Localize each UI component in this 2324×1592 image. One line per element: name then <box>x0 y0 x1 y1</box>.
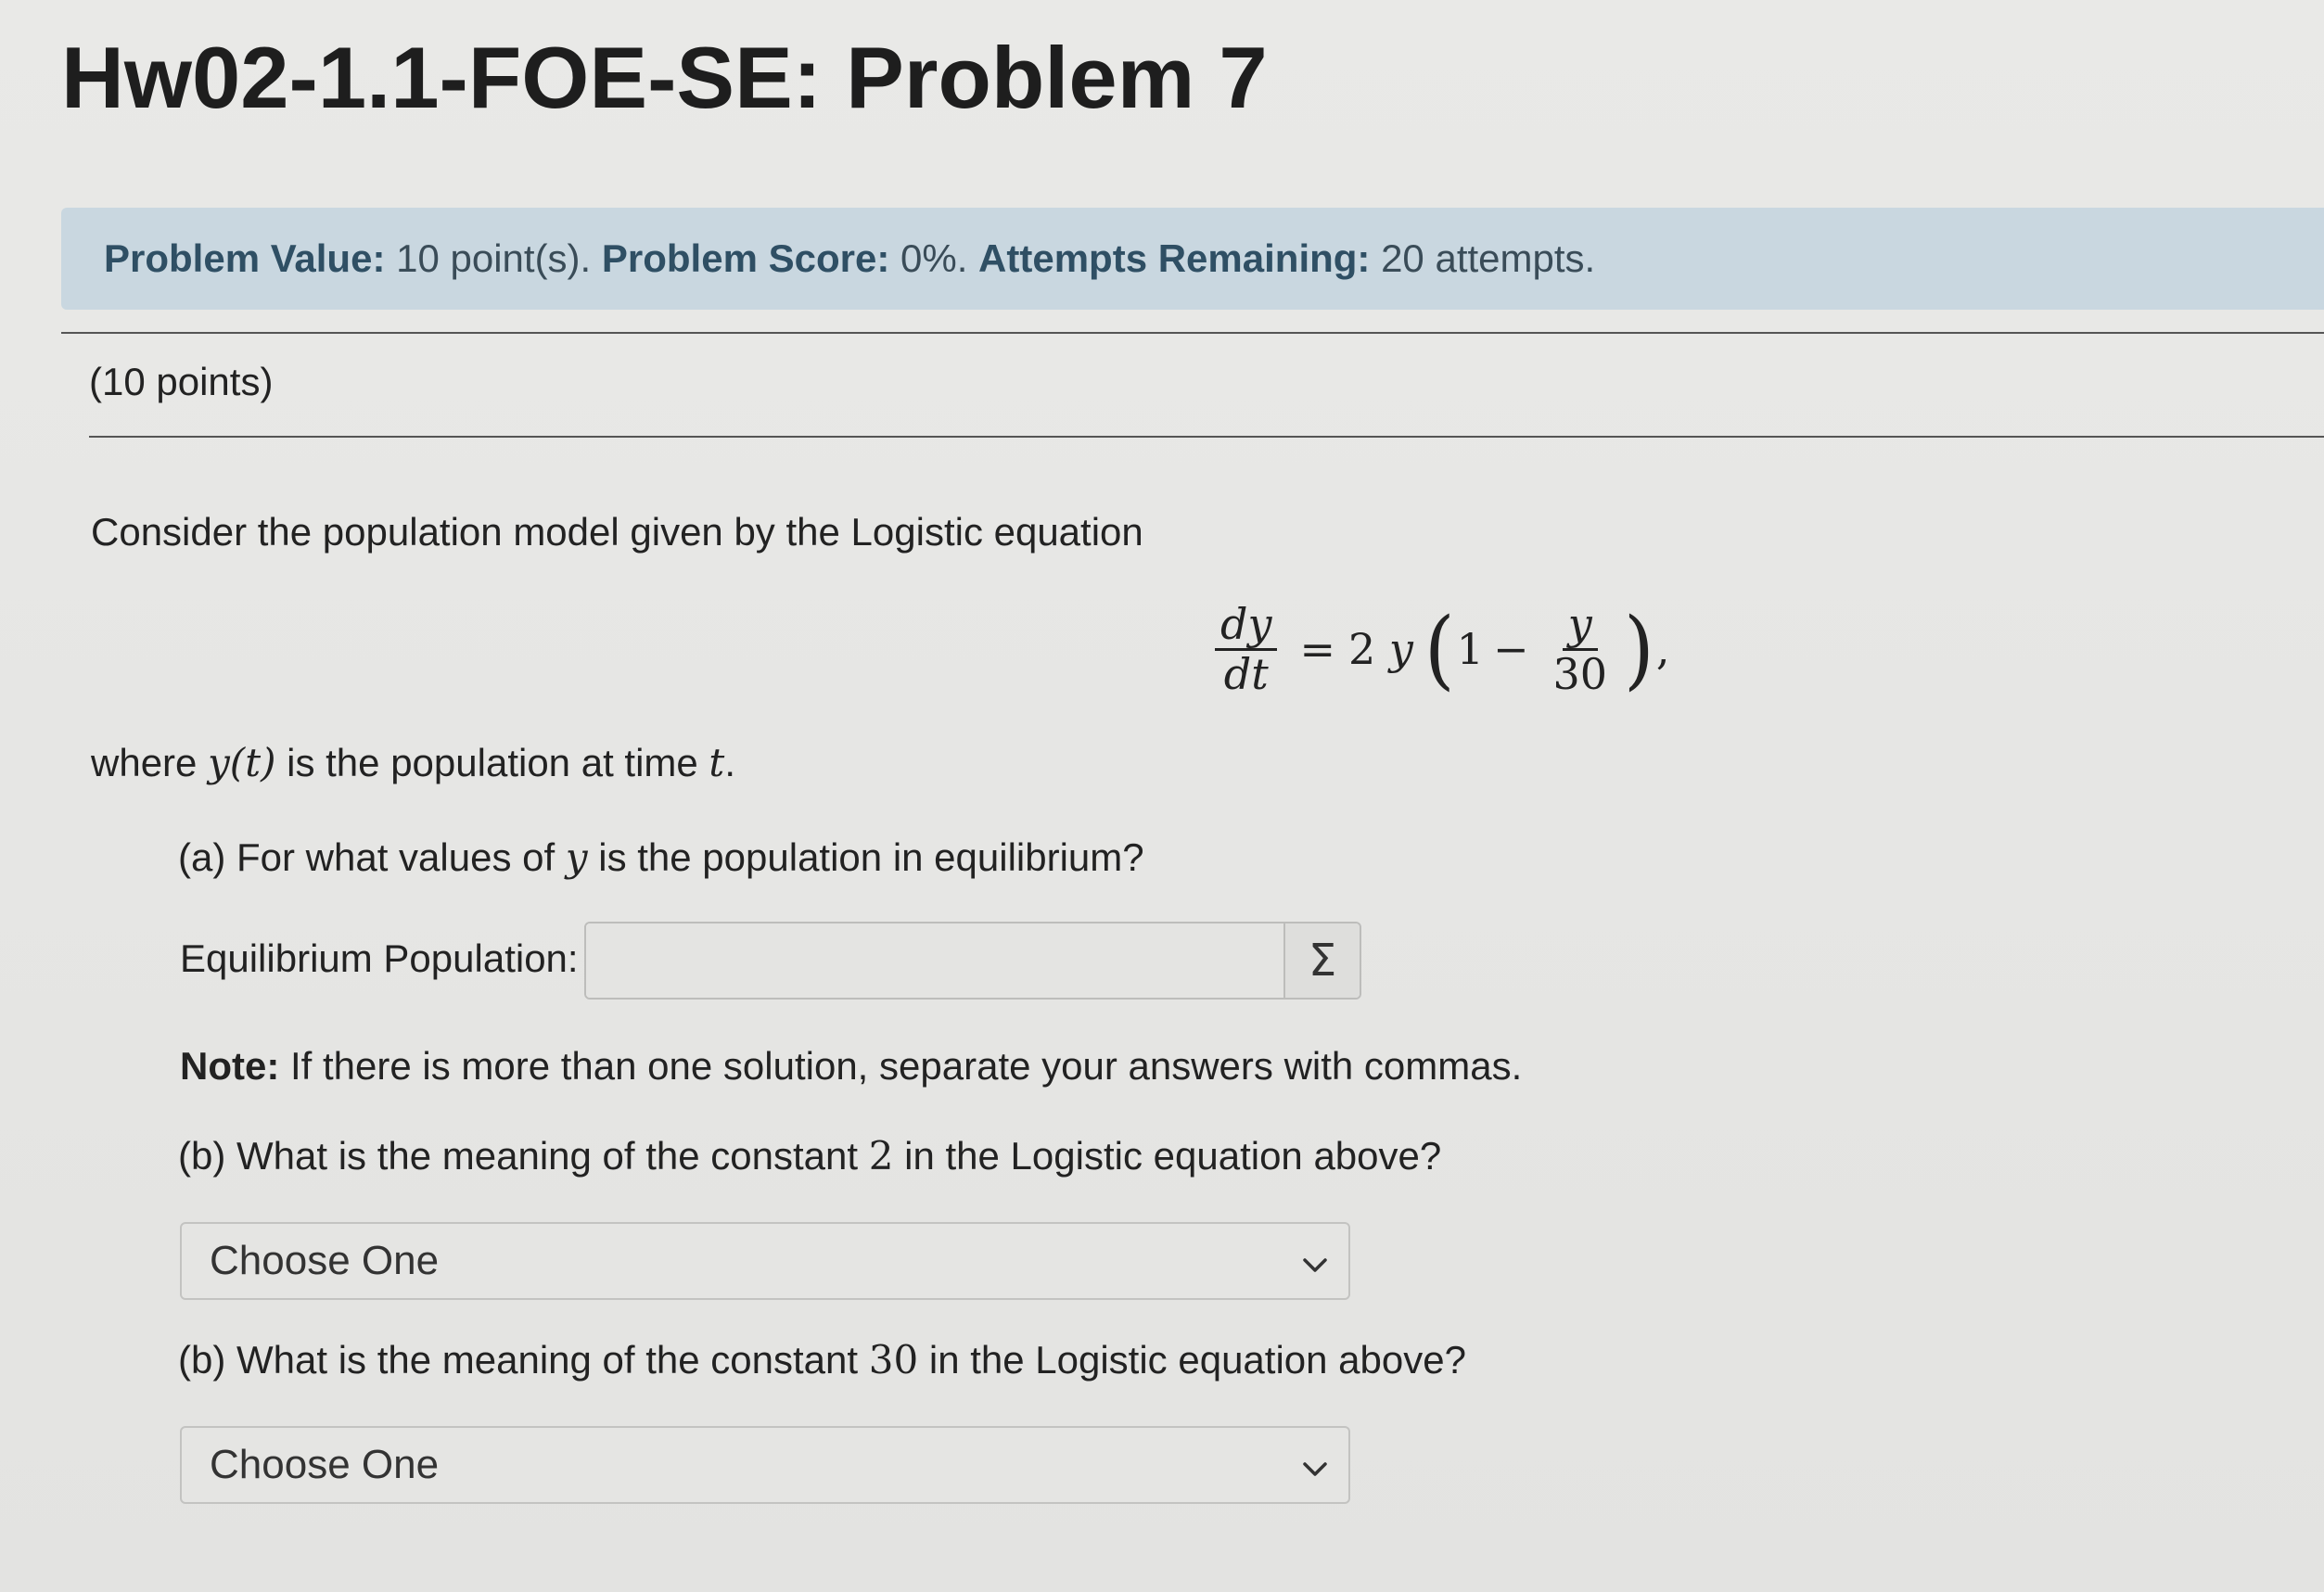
divider <box>61 332 2324 334</box>
close-paren: ) <box>1624 599 1654 699</box>
points-text: (10 points) <box>89 360 274 403</box>
equals-sign: = <box>1299 624 1335 674</box>
divider <box>89 436 2324 438</box>
question-a-post: is the population in equilibrium? <box>598 835 1144 879</box>
question-b1: (b) What is the meaning of the constant … <box>178 1133 1441 1178</box>
note: Note: If there is more than one solution… <box>180 1044 1522 1089</box>
problem-page: Hw02-1.1-FOE-SE: Problem 7 Problem Value… <box>0 0 2324 1592</box>
meaning-of-30-select[interactable]: Choose One <box>180 1426 1350 1504</box>
question-b1-post: in the Logistic equation above? <box>904 1134 1442 1178</box>
select-value: Choose One <box>210 1238 440 1283</box>
logistic-equation: dy dt = 2 y ( 1 − y 30 ) , <box>1206 593 1669 705</box>
derivative-numerator: dy <box>1215 601 1278 651</box>
equilibrium-input-label: Equilibrium Population: <box>180 936 579 980</box>
population-function: y(t) <box>208 740 276 785</box>
minus-sign: − <box>1492 624 1529 674</box>
where-end: . <box>724 741 735 784</box>
attempts-remaining: 20 attempts. <box>1381 236 1596 280</box>
question-b1-pre: (b) What is the meaning of the constant <box>178 1134 859 1178</box>
page-title: Hw02-1.1-FOE-SE: Problem 7 <box>61 29 1268 126</box>
problem-value: 10 point(s). <box>396 236 592 280</box>
chevron-down-icon <box>1302 1238 1328 1284</box>
question-a-var: y <box>565 834 588 880</box>
growth-coefficient: 2 <box>1347 624 1376 674</box>
select-value: Choose One <box>210 1442 440 1487</box>
open-paren: ( <box>1424 599 1455 699</box>
question-b2-const: 30 <box>868 1337 919 1382</box>
question-b2-post: in the Logistic equation above? <box>928 1338 1466 1382</box>
problem-status-bar: Problem Value: 10 point(s). Problem Scor… <box>61 208 2324 310</box>
equilibrium-answer-field: Σ <box>584 922 1361 1000</box>
where-pre: where <box>91 741 198 784</box>
note-text: If there is more than one solution, sepa… <box>290 1044 1523 1088</box>
problem-intro: Consider the population model given by t… <box>91 510 1143 554</box>
capacity-fraction: y 30 <box>1548 601 1614 697</box>
derivative-fraction: dy dt <box>1215 601 1278 699</box>
equilibrium-input[interactable] <box>586 923 1283 998</box>
sigma-icon: Σ <box>1308 935 1337 987</box>
question-a: (a) For what values of y is the populati… <box>178 834 1144 880</box>
capacity-numerator: y <box>1562 601 1598 651</box>
question-a-pre: (a) For what values of <box>178 835 555 879</box>
equation-comma: , <box>1655 624 1670 674</box>
question-b1-const: 2 <box>868 1133 894 1178</box>
attempts-remaining-label: Attempts Remaining: <box>978 236 1371 280</box>
population-variable: y <box>1388 624 1413 674</box>
one-term: 1 <box>1456 624 1484 674</box>
problem-score: 0%. <box>900 236 968 280</box>
time-variable: t <box>709 740 725 785</box>
question-b2: (b) What is the meaning of the constant … <box>178 1337 1466 1382</box>
equation-editor-button[interactable]: Σ <box>1283 923 1360 998</box>
where-statement: where y(t) is the population at time t. <box>91 740 735 785</box>
question-b2-pre: (b) What is the meaning of the constant <box>178 1338 859 1382</box>
derivative-denominator: dt <box>1223 648 1269 699</box>
meaning-of-2-select[interactable]: Choose One <box>180 1222 1350 1300</box>
chevron-down-icon <box>1302 1442 1328 1488</box>
capacity-denominator: 30 <box>1552 648 1608 699</box>
problem-score-label: Problem Score: <box>601 236 890 280</box>
where-mid: is the population at time <box>287 741 698 784</box>
note-label: Note: <box>180 1044 280 1088</box>
problem-value-label: Problem Value: <box>104 236 386 280</box>
